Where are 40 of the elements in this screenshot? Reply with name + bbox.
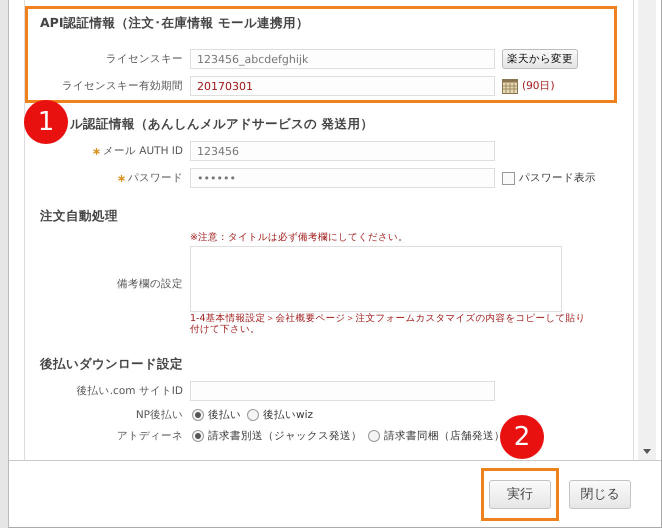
calendar-icon[interactable] <box>502 78 518 94</box>
checkbox[interactable] <box>502 172 515 184</box>
radio-button[interactable] <box>368 430 380 442</box>
field-label: パスワード <box>28 171 183 185</box>
radio-label: 請求書別送（ジャックス発送） <box>208 428 362 443</box>
change-button[interactable]: 楽天から変更 <box>502 49 578 69</box>
dialog-button[interactable]: 閉じる <box>569 480 631 508</box>
hint-text: 1-4基本情報設定＞会社概要ページ＞注文フォームカスタマイズの内容をコピーして貼り付けて下さい。 <box>190 314 587 336</box>
scrollbar[interactable] <box>638 0 656 460</box>
text-field[interactable] <box>190 380 495 401</box>
radio-label: 後払いwiz <box>263 408 314 422</box>
field-label: ライセンスキー有効期間 <box>61 79 183 93</box>
section-heading: API認証情報（注文･在庫情報 モール連携用） <box>40 15 309 32</box>
field-label: 備考欄の設定 <box>116 277 183 292</box>
field-label: NP後払い <box>134 408 183 422</box>
radio-label: 後払い <box>208 408 241 422</box>
period-note: (90日) <box>522 79 555 93</box>
textarea-field[interactable] <box>190 246 562 312</box>
section-heading: 後払いダウンロード設定 <box>40 356 183 373</box>
radio-button[interactable] <box>247 408 259 421</box>
text-field[interactable]: 123456_abcdefghijk <box>190 49 495 69</box>
callout-badge: 1 <box>24 100 68 144</box>
date-field[interactable]: 20170301 <box>190 76 495 96</box>
password-field[interactable]: •••••• <box>190 168 495 188</box>
checkbox-label: パスワード表示 <box>519 171 596 185</box>
field-label: メール AUTH ID <box>28 144 183 158</box>
field-label: 後払い.com サイトID <box>76 384 183 398</box>
notice-text: ※注意：タイトルは必ず備考欄にしてください。 <box>190 233 409 244</box>
field-label: ライセンスキー <box>105 52 183 66</box>
radio-button[interactable] <box>192 430 204 442</box>
radio-button[interactable] <box>192 408 204 421</box>
text-field[interactable]: 123456 <box>190 141 495 161</box>
required-icon <box>118 174 125 182</box>
section-heading: ル認証情報（あんしんメルアドサービスの 発送用） <box>70 116 374 133</box>
callout-badge: 2 <box>500 415 544 459</box>
section-heading: 注文自動処理 <box>40 208 118 225</box>
required-icon <box>92 148 100 154</box>
scroll-down-icon[interactable] <box>643 449 651 454</box>
field-label: アトディーネ <box>116 428 183 443</box>
dialog-button[interactable]: 実行 <box>489 480 551 508</box>
